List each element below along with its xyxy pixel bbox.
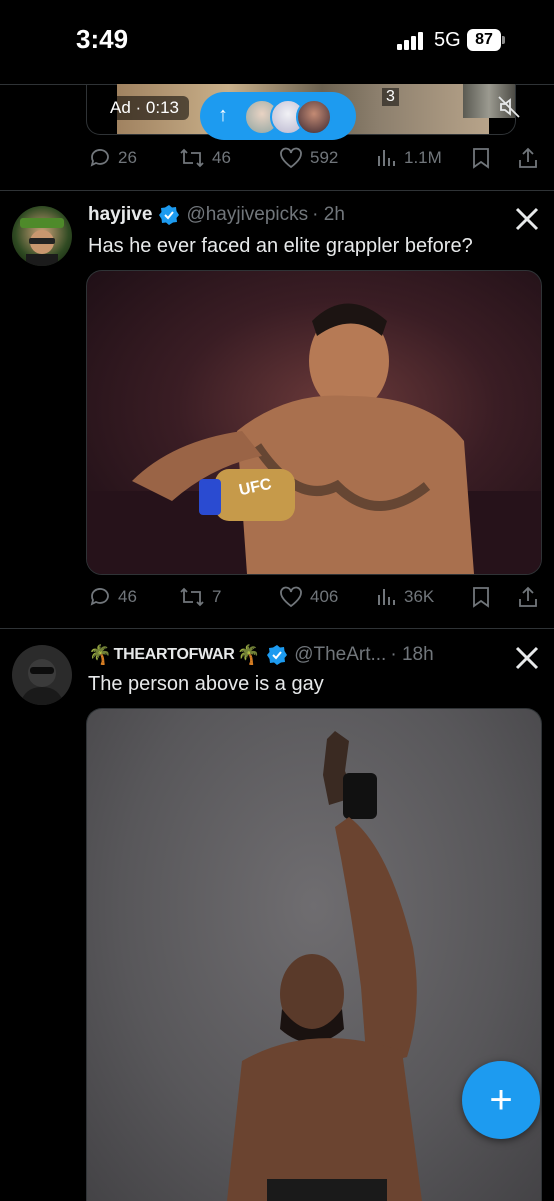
post-divider [0,628,554,629]
status-time: 3:49 [76,24,129,54]
reply-icon [90,149,109,167]
post-header: hayjive @hayjivepicks · 2h [88,204,345,226]
analytics-icon [378,150,395,166]
reply-count: 26 [118,148,137,167]
avatar-image [20,659,64,705]
verified-badge-icon [267,645,288,665]
repost-icon [180,587,204,607]
reply-button[interactable]: 46 [88,585,137,609]
like-count: 406 [310,587,339,606]
post-time: · 2h [312,204,345,225]
network-type: 5G [434,29,461,51]
new-posts-pill[interactable]: ↑ [200,92,356,140]
view-count: 36K [404,587,435,606]
share-button[interactable] [516,585,546,609]
avatar [296,99,332,135]
repost-count: 46 [212,148,231,167]
share-button[interactable] [516,146,546,170]
palm-tree-emoji: 🌴 [236,645,261,666]
x-logo-icon [514,206,540,232]
repost-icon [180,148,204,168]
plus-icon: + [489,1077,513,1122]
verified-badge-icon [159,205,180,225]
like-button[interactable]: 406 [278,585,338,609]
reply-count: 46 [118,587,137,606]
compose-button[interactable]: + [462,1061,540,1139]
heart-icon [280,586,302,608]
heart-icon [280,147,302,169]
share-icon [519,147,537,168]
battery-icon: 87 [467,29,501,51]
repost-button[interactable]: 46 [178,146,231,170]
media-count-badge: 3 [382,88,399,106]
handle[interactable]: @TheArt... [294,644,386,666]
palm-tree-emoji: 🌴 [88,645,112,666]
repost-count: 7 [212,587,222,606]
cellular-signal-icon [397,30,427,50]
post-time: · 18h [390,644,434,665]
bookmark-button[interactable] [470,146,498,170]
battery-level: 87 [475,31,493,48]
repost-button[interactable]: 7 [178,585,221,609]
handle[interactable]: @hayjivepicks [186,204,308,226]
x-logo-icon [514,645,540,671]
reply-button[interactable]: 26 [88,146,137,170]
avatar[interactable] [12,206,72,266]
battery-tip [502,36,505,44]
arrow-up-icon: ↑ [218,104,228,126]
post-divider [0,190,554,191]
display-name[interactable]: hayjive [88,204,152,226]
bookmark-icon [473,148,489,169]
view-count: 1.1M [404,148,442,167]
post-image[interactable]: UFC [86,270,542,575]
avatar[interactable] [12,645,72,705]
tweet-text: Has he ever faced an elite grappler befo… [88,235,473,257]
bookmark-icon [473,587,489,608]
like-button[interactable]: 592 [278,146,338,170]
reply-icon [90,588,109,606]
mute-icon[interactable] [496,94,522,120]
ad-timer: Ad · 0:13 [100,96,189,120]
share-icon [519,586,537,607]
post-header: 🌴 THEARTOFWAR 🌴 @TheArt... · 18h [88,643,434,667]
views-button[interactable]: 36K [376,585,434,609]
fighter-photo [87,303,541,574]
bookmark-button[interactable] [470,585,498,609]
tweet-text: The person above is a gay [88,673,324,695]
avatar-image [20,218,64,266]
like-count: 592 [310,148,339,167]
analytics-icon [378,589,395,605]
display-name[interactable]: THEARTOFWAR [114,646,235,664]
views-button[interactable]: 1.1M [376,146,442,170]
